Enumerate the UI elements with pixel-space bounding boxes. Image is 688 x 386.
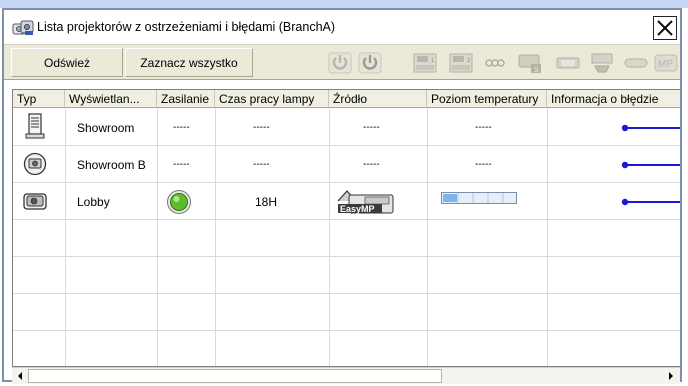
title-bar[interactable]: Lista projektorów z ostrzeżeniami i błęd…: [4, 10, 680, 44]
svg-text:S: S: [534, 67, 539, 74]
power-on-icon[interactable]: [326, 52, 354, 74]
table-row[interactable]: Showroom ----- ----- ----- -----: [13, 109, 680, 146]
table-row[interactable]: Lobby 18H EasyMP: [13, 183, 680, 220]
error-indicator-line: [621, 159, 680, 173]
power-on-status-icon: [166, 189, 192, 218]
av-mute-icon[interactable]: [588, 52, 616, 74]
error-indicator-line: [621, 122, 680, 136]
scrollbar-thumb[interactable]: [28, 369, 442, 383]
column-header-error-info[interactable]: Informacja o błędzie: [547, 90, 680, 108]
close-icon: [657, 20, 673, 36]
mp-source-icon[interactable]: MP: [652, 52, 680, 74]
error-indicator-line: [621, 196, 680, 210]
window-title: Lista projektorów z ostrzeżeniami i błęd…: [37, 20, 336, 34]
scroll-right-icon[interactable]: [664, 369, 678, 383]
freeze-icon[interactable]: [622, 52, 650, 74]
column-header-display-name[interactable]: Wyświetlan...: [65, 90, 157, 108]
easymp-label: EasyMP: [340, 204, 375, 214]
power-off-icon[interactable]: [356, 52, 384, 74]
video-source-icon[interactable]: [481, 52, 509, 74]
row-power: -----: [173, 159, 190, 170]
refresh-button[interactable]: Odśwież: [11, 48, 123, 77]
computer1-source-icon[interactable]: 1: [411, 52, 439, 74]
column-header-source[interactable]: Źródło: [329, 90, 427, 108]
row-temperature: -----: [475, 159, 492, 170]
select-all-button[interactable]: Zaznacz wszystko: [125, 48, 253, 77]
desktop-strip: [0, 0, 688, 8]
row-power: -----: [173, 122, 190, 133]
close-button[interactable]: [653, 16, 677, 40]
tower-projector-icon: [25, 113, 45, 142]
table-row[interactable]: Showroom B ----- ----- ----- -----: [13, 146, 680, 183]
horizontal-scrollbar[interactable]: [12, 367, 680, 384]
row-lamp-hours: 18H: [255, 195, 278, 209]
row-name: Showroom: [77, 121, 135, 135]
row-name: Lobby: [77, 195, 110, 209]
scroll-left-icon[interactable]: [13, 369, 27, 383]
mp-label: MP: [658, 59, 673, 70]
projector-warning-list-window: Lista projektorów z ostrzeżeniami i błęd…: [2, 8, 682, 384]
row-temperature: -----: [475, 122, 492, 133]
row-source: -----: [363, 122, 380, 133]
screen: Lista projektorów z ostrzeżeniami i błęd…: [0, 0, 688, 386]
easymp-source-badge: EasyMP: [335, 187, 395, 218]
projector-table: Typ Wyświetlan... Zasilanie Czas pracy l…: [12, 89, 680, 367]
row-name: Showroom B: [77, 158, 146, 172]
easymp-source-icon[interactable]: [554, 52, 582, 74]
column-header-power[interactable]: Zasilanie: [157, 90, 215, 108]
row-lamp-hours: -----: [253, 159, 270, 170]
empty-row: [13, 257, 680, 294]
column-header-temperature[interactable]: Poziom temperatury: [427, 90, 547, 108]
desk-projector-icon: [22, 190, 48, 215]
projector-list-app-icon: [12, 20, 34, 36]
ceiling-projector-icon: [23, 151, 47, 180]
empty-row: [13, 220, 680, 257]
svideo-source-icon[interactable]: S: [516, 52, 544, 74]
row-lamp-hours: -----: [253, 122, 270, 133]
column-header-lamp-hours[interactable]: Czas pracy lampy: [215, 90, 329, 108]
row-source: -----: [363, 159, 380, 170]
temperature-level-bar: [441, 192, 517, 207]
empty-row: [13, 294, 680, 331]
computer2-source-icon[interactable]: 2: [447, 52, 475, 74]
toolbar: Odśwież Zaznacz wszystko 1 2 S MP: [4, 44, 680, 80]
column-header-type[interactable]: Typ: [13, 90, 65, 108]
